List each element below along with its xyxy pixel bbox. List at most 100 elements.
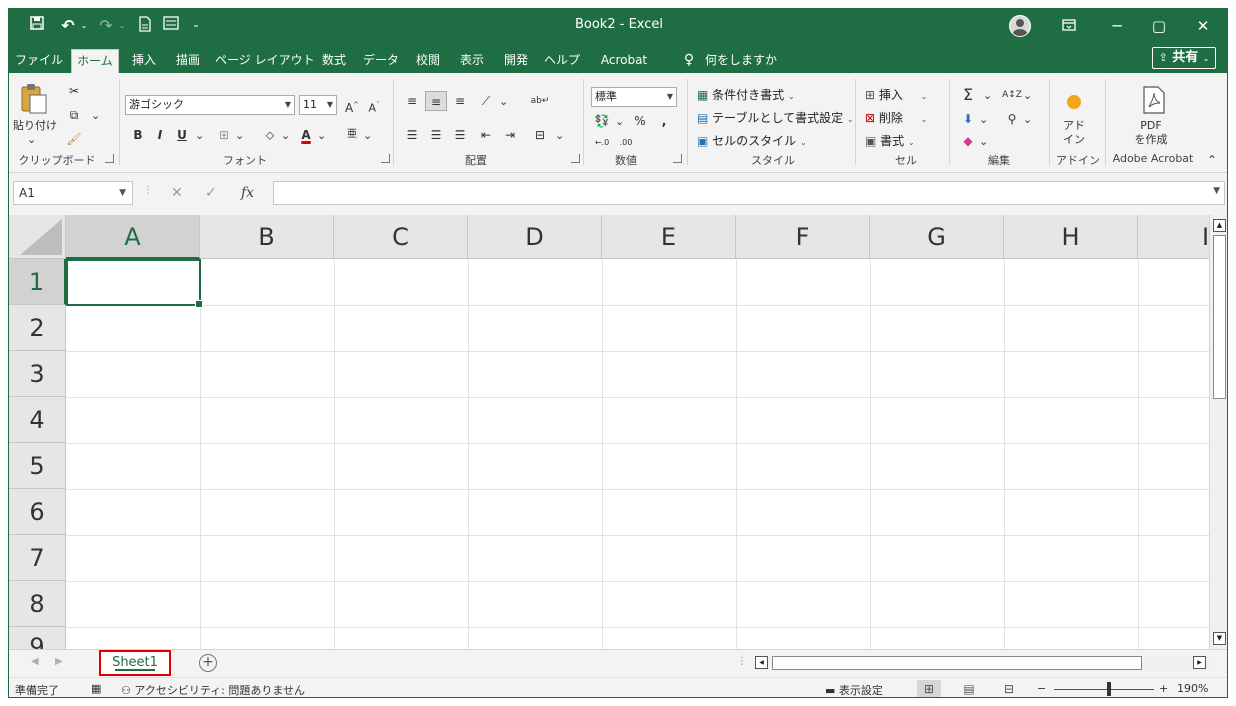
accounting-dropdown-icon[interactable]: ⌄ [615, 115, 624, 129]
column-header-h[interactable]: H [1004, 215, 1138, 259]
formula-input[interactable]: ▼ [273, 181, 1225, 205]
conditional-formatting-button[interactable]: ▦ 条件付き書式 ⌄ [697, 87, 795, 105]
next-sheet-icon[interactable]: ▶ [55, 656, 63, 667]
format-painter-icon[interactable]: 🖌 [63, 129, 85, 149]
tab-insert[interactable]: 挿入 [127, 49, 161, 73]
tab-data[interactable]: データ [361, 49, 401, 73]
vertical-scrollbar[interactable]: ▲ ▼ [1209, 215, 1227, 649]
page-break-preview-icon[interactable]: ⊟ [997, 680, 1021, 697]
paste-dropdown-icon[interactable]: ⌄ [27, 133, 36, 147]
display-settings-button[interactable]: ▬ 表示設定 [825, 682, 883, 697]
decrease-decimal-icon[interactable]: .00 [615, 133, 637, 153]
minimize-button[interactable]: ─ [1097, 13, 1137, 39]
scroll-left-icon[interactable]: ◀ [755, 656, 768, 669]
font-color-icon[interactable]: A [295, 125, 317, 145]
autosum-dropdown-icon[interactable]: ⌄ [983, 89, 992, 103]
cell-styles-button[interactable]: ▣ セルのスタイル ⌄ [697, 133, 807, 151]
row-header-6[interactable]: 6 [9, 489, 66, 535]
copy-dropdown-icon[interactable]: ⌄ [91, 109, 100, 123]
bold-icon[interactable]: B [127, 125, 149, 145]
addins-button-line1[interactable]: アド [1055, 119, 1093, 133]
format-as-table-button[interactable]: ▤ テーブルとして書式設定 ⌄ [697, 110, 854, 128]
align-top-icon[interactable]: ≡ [401, 91, 423, 111]
worksheet-grid[interactable]: A B C D E F G H I 1 2 3 4 5 6 7 8 9 [9, 215, 1209, 649]
tab-split-grip-icon[interactable]: ⋮ [737, 656, 747, 667]
font-size-select[interactable]: 11 ▼ [299, 95, 337, 115]
share-button[interactable]: ⇪ 共有 ⌄ [1152, 47, 1216, 69]
lightbulb-icon[interactable]: ♀ [679, 49, 699, 73]
orientation-dropdown-icon[interactable]: ⌄ [499, 95, 508, 109]
confirm-entry-icon[interactable]: ✓ [205, 185, 217, 201]
zoom-out-button[interactable]: − [1037, 682, 1046, 695]
fill-color-icon[interactable]: ⬦ [259, 125, 281, 145]
merge-dropdown-icon[interactable]: ⌄ [555, 129, 564, 143]
scroll-right-icon[interactable]: ▶ [1193, 656, 1206, 669]
tab-file[interactable]: ファイル [15, 49, 63, 73]
scroll-down-icon[interactable]: ▼ [1213, 632, 1226, 645]
delete-cells-button[interactable]: ⊠ 削除 ⌄ [865, 110, 927, 128]
column-header-b[interactable]: B [200, 215, 334, 259]
percent-icon[interactable]: % [629, 111, 651, 131]
ribbon-display-options-icon[interactable] [1049, 13, 1089, 39]
increase-indent-icon[interactable]: ⇥ [499, 125, 521, 145]
create-pdf-line1[interactable]: PDF [1121, 119, 1181, 133]
tab-view[interactable]: 表示 [455, 49, 489, 73]
scroll-up-icon[interactable]: ▲ [1213, 219, 1226, 232]
clear-dropdown-icon[interactable]: ⌄ [979, 135, 988, 149]
increase-font-icon[interactable]: A^ [341, 95, 363, 115]
cancel-entry-icon[interactable]: ✕ [171, 185, 183, 201]
find-select-icon[interactable]: ⚲ [1001, 109, 1023, 129]
font-launcher-icon[interactable] [381, 154, 390, 163]
user-avatar-icon[interactable] [1009, 15, 1031, 37]
tell-me-search[interactable]: 何をしますか [705, 49, 785, 73]
row-header-7[interactable]: 7 [9, 535, 66, 581]
macro-record-icon[interactable]: ▦ [91, 682, 101, 695]
sort-filter-icon[interactable]: A↕Z [1001, 85, 1023, 105]
number-format-select[interactable]: 標準 ▼ [591, 87, 677, 107]
autosum-icon[interactable]: Σ [957, 85, 979, 105]
tab-developer[interactable]: 開発 [499, 49, 533, 73]
normal-view-icon[interactable]: ⊞ [917, 680, 941, 697]
restore-button[interactable]: ▢ [1139, 13, 1179, 39]
column-header-a[interactable]: A [66, 215, 200, 259]
column-header-c[interactable]: C [334, 215, 468, 259]
wrap-text-icon[interactable]: ab↵ [529, 91, 551, 111]
merge-center-icon[interactable]: ⊟ [529, 125, 551, 145]
create-pdf-line2[interactable]: を作成 [1121, 133, 1181, 147]
decrease-indent-icon[interactable]: ⇤ [475, 125, 497, 145]
tab-home[interactable]: ホーム [71, 49, 119, 73]
paste-icon[interactable] [19, 83, 49, 114]
row-header-3[interactable]: 3 [9, 351, 66, 397]
addins-icon[interactable] [1067, 95, 1081, 109]
number-launcher-icon[interactable] [673, 154, 682, 163]
close-button[interactable]: ✕ [1183, 13, 1223, 39]
column-header-e[interactable]: E [602, 215, 736, 259]
zoom-slider-thumb[interactable] [1107, 682, 1111, 696]
cut-icon[interactable]: ✂ [63, 81, 85, 101]
row-header-5[interactable]: 5 [9, 443, 66, 489]
expand-formula-bar-icon[interactable]: ▼ [1213, 186, 1220, 196]
italic-icon[interactable]: I [149, 125, 171, 145]
horizontal-scroll-thumb[interactable] [772, 656, 1142, 670]
phonetic-dropdown-icon[interactable]: ⌄ [363, 129, 372, 143]
add-sheet-icon[interactable]: + [199, 654, 217, 672]
insert-function-icon[interactable]: fx [241, 185, 254, 201]
tab-draw[interactable]: 描画 [171, 49, 205, 73]
borders-icon[interactable]: ⊞ [213, 125, 235, 145]
clear-icon[interactable]: ◆ [957, 131, 979, 151]
alignment-launcher-icon[interactable] [571, 154, 580, 163]
find-dropdown-icon[interactable]: ⌄ [1023, 113, 1032, 127]
clipboard-launcher-icon[interactable] [105, 154, 114, 163]
borders-dropdown-icon[interactable]: ⌄ [235, 129, 244, 143]
copy-icon[interactable]: ⧉ [63, 105, 85, 125]
create-pdf-icon[interactable] [1141, 85, 1167, 115]
addins-button-line2[interactable]: イン [1055, 133, 1093, 147]
paste-button[interactable]: 貼り付け [13, 119, 57, 133]
font-color-dropdown-icon[interactable]: ⌄ [317, 129, 326, 143]
increase-decimal-icon[interactable]: ←.0 [591, 133, 613, 153]
fill-color-dropdown-icon[interactable]: ⌄ [281, 129, 290, 143]
underline-icon[interactable]: U [171, 125, 193, 145]
sort-filter-dropdown-icon[interactable]: ⌄ [1023, 89, 1032, 103]
align-center-icon[interactable]: ☰ [425, 125, 447, 145]
prev-sheet-icon[interactable]: ◀ [31, 656, 39, 667]
